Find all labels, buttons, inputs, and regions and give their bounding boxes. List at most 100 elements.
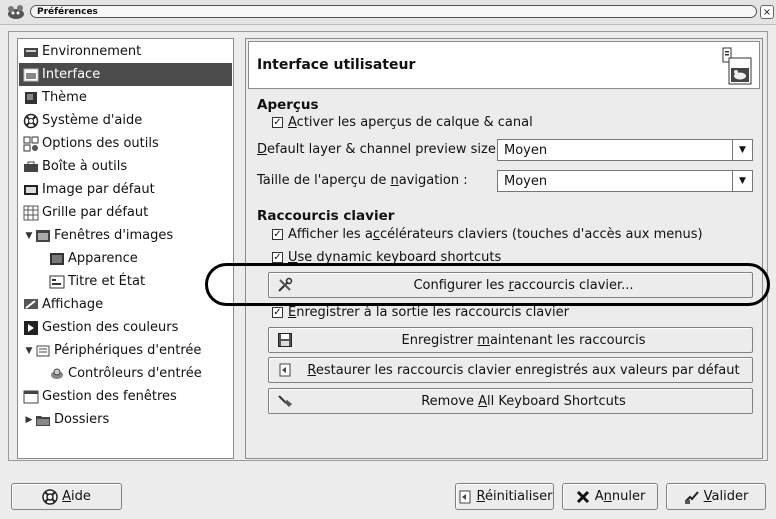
environment-icon <box>23 44 39 60</box>
window-close-button[interactable]: × <box>760 5 774 19</box>
save-on-exit-checkbox[interactable]: ✓ Enregistrer à la sortie les raccourcis… <box>272 305 569 320</box>
page-header: Interface utilisateur <box>248 41 760 89</box>
help-system-icon <box>23 113 39 129</box>
layer-preview-size-select[interactable]: Moyen ▼ <box>497 139 753 161</box>
expander-expanded-icon[interactable]: ▼ <box>23 346 35 356</box>
checkbox-box[interactable]: ✓ <box>272 307 283 318</box>
tree-item-tool-options[interactable]: Options des outils <box>19 132 232 155</box>
tree-item-default-image[interactable]: Image par défaut <box>19 178 232 201</box>
tree-item-label: Apparence <box>68 251 138 266</box>
title-bar: Préférences × <box>0 0 776 25</box>
tree-item-label: Options des outils <box>42 136 159 151</box>
tools-icon <box>277 277 293 293</box>
restore-shortcuts-button[interactable]: Restaurer les raccourcis clavier enregis… <box>268 357 753 383</box>
tree-item-label: Gestion des fenêtres <box>42 389 177 404</box>
tree-item-label: Fenêtres d'images <box>54 228 174 243</box>
interface-page-icon <box>722 47 752 85</box>
ok-icon <box>684 489 700 505</box>
tree-item-interface[interactable]: Interface <box>19 63 232 86</box>
tree-item-display[interactable]: Affichage <box>19 293 232 316</box>
tree-item-label: Dossiers <box>54 412 110 427</box>
image-windows-icon <box>35 228 51 244</box>
tree-item-input-controllers[interactable]: Contrôleurs d'entrée <box>19 362 232 385</box>
checkbox-box[interactable]: ✓ <box>272 252 283 263</box>
tree-item-label: Thème <box>42 90 87 105</box>
tree-item-label: Gestion des couleurs <box>42 320 179 335</box>
dropdown-arrow-icon[interactable]: ▼ <box>732 140 752 160</box>
reset-button[interactable]: Réinitialiser <box>455 483 554 510</box>
restore-shortcuts-label: Restaurer les raccourcis clavier enregis… <box>307 363 740 378</box>
default-image-icon <box>23 182 39 198</box>
tree-item-label: Périphériques d'entrée <box>54 343 202 358</box>
nav-preview-size-value: Moyen <box>504 174 548 189</box>
tree-item-appearance[interactable]: Apparence <box>19 247 232 270</box>
dynamic-shortcuts-checkbox[interactable]: ✓ Use dynamic keyboard shortcuts <box>272 250 501 265</box>
tree-item-label: Interface <box>42 67 101 82</box>
tree-item-theme[interactable]: Thème <box>19 86 232 109</box>
reset-icon <box>457 489 473 505</box>
gimp-app-icon[interactable] <box>3 3 27 21</box>
tool-options-icon <box>23 136 39 152</box>
restore-icon <box>277 362 293 378</box>
cancel-button-label: Annuler <box>594 489 646 504</box>
ok-button-label: Valider <box>703 489 749 504</box>
cancel-button[interactable]: Annuler <box>562 483 658 510</box>
theme-icon <box>23 90 39 106</box>
folders-icon <box>35 412 51 428</box>
nav-preview-size-label: Taille de l'aperçu de navigation : <box>257 173 468 188</box>
dropdown-arrow-icon[interactable]: ▼ <box>732 171 752 191</box>
cancel-icon <box>575 489 591 505</box>
tree-item-label: Titre et État <box>68 274 146 289</box>
shortcuts-section-title: Raccourcis clavier <box>257 208 395 224</box>
title-status-icon <box>49 274 65 290</box>
clear-icon <box>277 393 293 409</box>
reset-button-label: Réinitialiser <box>476 489 553 504</box>
default-grid-icon <box>23 205 39 221</box>
tree-item-image-windows[interactable]: ▼ Fenêtres d'images <box>19 224 232 247</box>
layer-preview-size-label: Default layer & channel preview size: <box>257 142 501 157</box>
toolbox-icon <box>23 159 39 175</box>
tree-item-window-management[interactable]: Gestion des fenêtres <box>19 385 232 408</box>
save-icon <box>277 332 293 348</box>
appearance-icon <box>49 251 65 267</box>
save-shortcuts-now-button[interactable]: Enregistrer maintenant les raccourcis <box>268 327 753 353</box>
configure-shortcuts-label: Configurer les raccourcis clavier... <box>413 278 634 293</box>
tree-item-label: Environnement <box>42 44 142 59</box>
configure-shortcuts-button[interactable]: Configurer les raccourcis clavier... <box>268 272 753 298</box>
help-button[interactable]: Aide <box>11 483 122 510</box>
tree-item-help-system[interactable]: Système d'aide <box>19 109 232 132</box>
show-accelerators-label: Afficher les accélérateurs claviers (tou… <box>288 227 703 242</box>
previews-section-title: Aperçus <box>257 97 319 113</box>
enable-previews-label: Activer les aperçus de calque & canal <box>288 115 533 130</box>
ok-button[interactable]: Valider <box>666 483 766 510</box>
remove-all-shortcuts-label: Remove All Keyboard Shortcuts <box>421 394 626 409</box>
layer-preview-size-value: Moyen <box>504 143 548 158</box>
expander-collapsed-icon[interactable]: ▶ <box>23 415 35 425</box>
remove-all-shortcuts-button[interactable]: Remove All Keyboard Shortcuts <box>268 388 753 414</box>
page-title: Interface utilisateur <box>257 57 416 73</box>
expander-expanded-icon[interactable]: ▼ <box>23 231 35 241</box>
tree-item-input-devices[interactable]: ▼ Périphériques d'entrée <box>19 339 232 362</box>
tree-item-toolbox[interactable]: Boîte à outils <box>19 155 232 178</box>
input-devices-icon <box>35 343 51 359</box>
interface-icon <box>23 67 39 83</box>
tree-item-folders[interactable]: ▶ Dossiers <box>19 408 232 431</box>
help-icon <box>42 488 58 505</box>
save-on-exit-label: Enregistrer à la sortie les raccourcis c… <box>288 305 569 320</box>
tree-item-label: Image par défaut <box>42 182 155 197</box>
show-accelerators-checkbox[interactable]: ✓ Afficher les accélérateurs claviers (t… <box>272 227 703 242</box>
enable-previews-checkbox[interactable]: ✓ Activer les aperçus de calque & canal <box>272 115 533 130</box>
color-management-icon <box>23 320 39 336</box>
checkbox-box[interactable]: ✓ <box>272 117 283 128</box>
tree-item-color-management[interactable]: Gestion des couleurs <box>19 316 232 339</box>
tree-item-label: Boîte à outils <box>42 159 128 174</box>
window-title: Préférences <box>30 5 757 18</box>
tree-item-title-status[interactable]: Titre et État <box>19 270 232 293</box>
category-tree[interactable]: Environnement Interface Thème Système d'aid… <box>17 38 234 459</box>
tree-item-environment[interactable]: Environnement <box>19 40 232 63</box>
tree-item-label: Grille par défaut <box>42 205 149 220</box>
tree-item-default-grid[interactable]: Grille par défaut <box>19 201 232 224</box>
checkbox-box[interactable]: ✓ <box>272 229 283 240</box>
input-controllers-icon <box>49 366 65 382</box>
nav-preview-size-select[interactable]: Moyen ▼ <box>497 170 753 192</box>
